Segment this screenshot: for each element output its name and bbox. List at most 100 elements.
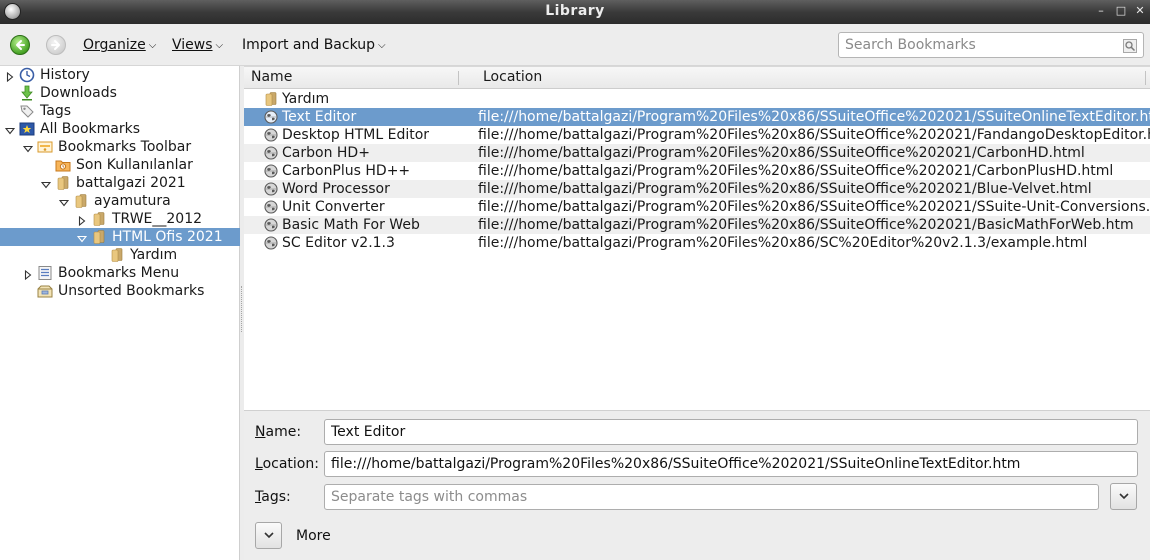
table-row[interactable]: Word Processor file:///home/battalgazi/Pr… xyxy=(244,180,1150,198)
chevron-down-icon: ⌵ xyxy=(148,40,157,51)
column-separator[interactable] xyxy=(1145,71,1146,85)
sidebar-item[interactable]: History xyxy=(0,66,240,84)
forward-button[interactable] xyxy=(46,35,66,55)
more-label[interactable]: More xyxy=(296,528,331,544)
sidebar-item[interactable]: Bookmarks Menu xyxy=(0,264,240,282)
row-location-cell: file:///home/battalgazi/Program%20Files%… xyxy=(478,127,1150,143)
sidebar-item[interactable]: TRWE__2012 xyxy=(0,210,240,228)
column-location-header[interactable]: Location xyxy=(483,69,542,85)
row-name-cell: SC Editor v2.1.3 xyxy=(282,235,395,251)
back-button[interactable] xyxy=(10,35,30,55)
table-row[interactable]: Desktop HTML Editor file:///home/battalga… xyxy=(244,126,1150,144)
row-name-cell: Carbon HD+ xyxy=(282,145,370,161)
toolbar-folder-icon xyxy=(37,139,53,155)
row-name-cell: Unit Converter xyxy=(282,199,385,215)
row-location-cell: file:///home/battalgazi/Program%20Files%… xyxy=(478,217,1134,233)
chevron-down-icon xyxy=(1119,493,1129,500)
sidebar-item-label: ayamutura xyxy=(94,193,171,209)
bookmarks-tree[interactable]: History Downloads Tags All Bookmarks Bookmar… xyxy=(0,66,240,560)
close-button[interactable]: ✕ xyxy=(1133,4,1147,18)
row-location-cell: file:///home/battalgazi/Program%20Files%… xyxy=(478,163,1114,179)
sidebar-item[interactable]: Tags xyxy=(0,102,240,120)
expanded-twisty-icon[interactable] xyxy=(4,124,16,135)
back-arrow-icon xyxy=(16,40,25,50)
sidebar-item[interactable]: Bookmarks Toolbar xyxy=(0,138,240,156)
views-menu[interactable]: Views ⌵ xyxy=(172,37,223,55)
library-toolbar: Organize ⌵ Views ⌵ Import and Backup ⌵ xyxy=(0,24,1150,66)
minimize-button[interactable]: – xyxy=(1094,4,1108,18)
row-location-cell: file:///home/battalgazi/Program%20Files%… xyxy=(478,235,1088,251)
sidebar-item[interactable]: All Bookmarks xyxy=(0,120,240,138)
globe-icon xyxy=(263,199,279,215)
import-backup-menu[interactable]: Import and Backup ⌵ xyxy=(242,37,386,55)
globe-icon xyxy=(263,145,279,161)
sidebar-item-label: Tags xyxy=(40,103,71,119)
maximize-button[interactable]: □ xyxy=(1114,4,1128,18)
collapsed-twisty-icon[interactable] xyxy=(23,268,33,281)
sidebar-item-label: Bookmarks Toolbar xyxy=(58,139,192,155)
table-row[interactable]: SC Editor v2.1.3 file:///home/battalgazi/… xyxy=(244,234,1150,252)
column-name-header[interactable]: Name xyxy=(251,69,292,85)
tags-dropdown-button[interactable] xyxy=(1110,483,1137,510)
location-field[interactable] xyxy=(331,455,1131,473)
globe-icon xyxy=(263,217,279,233)
row-location-cell: file:///home/battalgazi/Program%20Files%… xyxy=(478,199,1150,215)
download-arrow-icon xyxy=(19,85,35,101)
collapsed-twisty-icon[interactable] xyxy=(77,214,87,227)
table-row[interactable]: CarbonPlus HD++ file:///home/battalgazi/P… xyxy=(244,162,1150,180)
folder-icon xyxy=(91,229,107,245)
name-label: Name: xyxy=(255,424,302,440)
name-field[interactable] xyxy=(331,423,1131,441)
sidebar-item[interactable]: Yardım xyxy=(0,246,240,264)
clock-icon xyxy=(19,67,35,83)
views-label: Views xyxy=(172,37,213,53)
globe-icon xyxy=(263,163,279,179)
organize-label: Organize xyxy=(83,37,146,53)
sidebar-item-label: All Bookmarks xyxy=(40,121,141,137)
tags-field[interactable] xyxy=(331,488,1091,506)
folder-icon xyxy=(109,247,125,263)
row-name-cell: Basic Math For Web xyxy=(282,217,420,233)
splitter-grip[interactable] xyxy=(241,286,243,332)
expanded-twisty-icon[interactable] xyxy=(40,178,52,189)
window-title: Library xyxy=(545,3,605,19)
sidebar-item[interactable]: ayamutura xyxy=(0,192,240,210)
column-separator[interactable] xyxy=(458,71,459,85)
table-row[interactable]: Basic Math For Web file:///home/battalgaz… xyxy=(244,216,1150,234)
import-backup-label: Import and Backup xyxy=(242,37,376,53)
table-row[interactable]: Unit Converter file:///home/battalgazi/Pr… xyxy=(244,198,1150,216)
globe-icon xyxy=(263,235,279,251)
table-row[interactable]: Text Editor file:///home/battalgazi/Progr… xyxy=(244,108,1150,126)
more-expander-button[interactable] xyxy=(255,522,282,549)
sidebar-item[interactable]: HTML Ofis 2021 xyxy=(0,228,240,246)
organize-menu[interactable]: Organize ⌵ xyxy=(83,37,156,55)
table-row[interactable]: Carbon HD+ file:///home/battalgazi/Progra… xyxy=(244,144,1150,162)
row-name-cell: Word Processor xyxy=(282,181,390,197)
sidebar-item-label: battalgazi 2021 xyxy=(76,175,186,191)
expanded-twisty-icon[interactable] xyxy=(76,232,88,243)
sidebar-item[interactable]: Son Kullanılanlar xyxy=(0,156,240,174)
smart-folder-icon xyxy=(55,157,71,173)
sidebar-item-label: TRWE__2012 xyxy=(112,211,203,227)
folder-icon xyxy=(55,175,71,191)
sidebar-item-label: Yardım xyxy=(130,247,178,263)
search-icon[interactable] xyxy=(1123,39,1137,53)
globe-icon xyxy=(263,109,279,125)
row-name-cell: CarbonPlus HD++ xyxy=(282,163,411,179)
name-field-box[interactable] xyxy=(324,419,1138,445)
tags-field-box[interactable] xyxy=(324,484,1099,510)
expanded-twisty-icon[interactable] xyxy=(22,142,34,153)
details-pane: Name: Location: Tags: More xyxy=(244,410,1150,560)
expanded-twisty-icon[interactable] xyxy=(58,196,70,207)
sidebar-item[interactable]: Unsorted Bookmarks xyxy=(0,282,240,300)
sidebar-item[interactable]: battalgazi 2021 xyxy=(0,174,240,192)
globe-icon xyxy=(263,127,279,143)
bookmarks-list[interactable]: Name Location Yardım Text Editor file:///h… xyxy=(244,66,1150,410)
search-input[interactable] xyxy=(845,36,1115,54)
table-row[interactable]: Yardım xyxy=(244,90,1150,108)
collapsed-twisty-icon[interactable] xyxy=(5,70,15,83)
sidebar-item[interactable]: Downloads xyxy=(0,84,240,102)
search-box[interactable] xyxy=(838,32,1144,58)
location-label: Location: xyxy=(255,456,319,472)
location-field-box[interactable] xyxy=(324,451,1138,477)
